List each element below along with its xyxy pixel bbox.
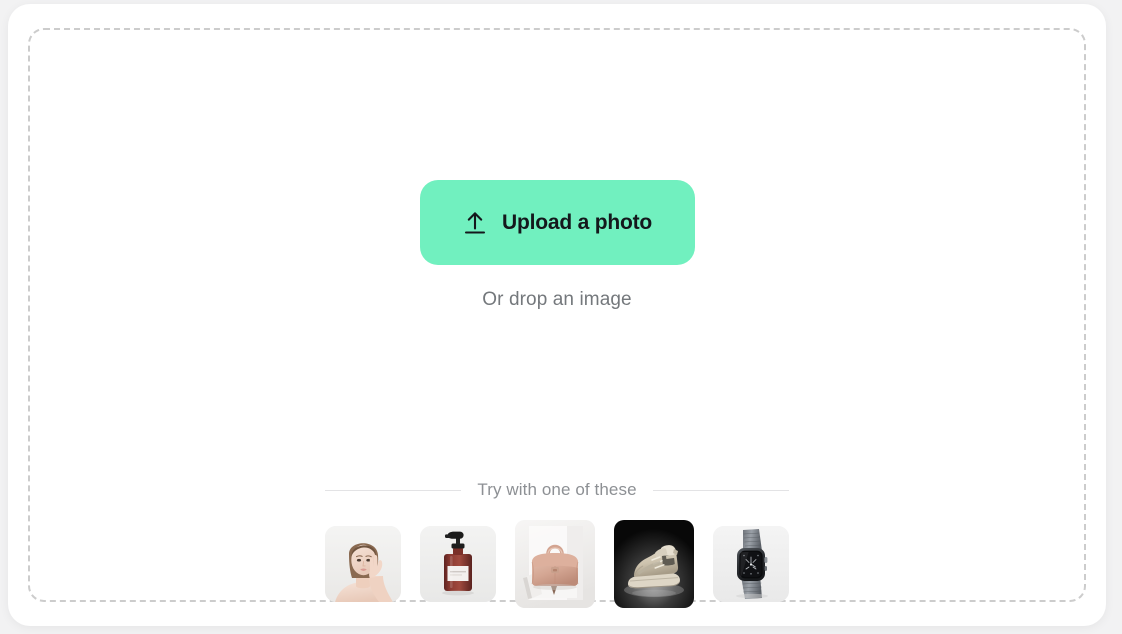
upload-a-photo-button[interactable]: Upload a photo: [419, 180, 695, 265]
sample-thumbnail-pump-bottle[interactable]: [420, 526, 496, 602]
divider-line-left: [325, 489, 462, 491]
sample-thumbnail-sneaker[interactable]: [614, 520, 694, 608]
upload-page: Upload a photo Or drop an image Try with…: [0, 0, 1122, 634]
samples-divider-label: Try with one of these: [477, 480, 637, 499]
divider-line-right: [652, 489, 789, 491]
sample-thumbnail-handbag[interactable]: [515, 520, 595, 608]
drop-image-hint: Or drop an image: [482, 289, 632, 310]
upload-arrow-icon: [462, 210, 488, 236]
sample-images-section: Try with one of these: [30, 480, 1084, 610]
upload-card: Upload a photo Or drop an image Try with…: [8, 4, 1106, 626]
sample-thumbnail-row: [325, 518, 789, 610]
sample-thumbnail-model-portrait[interactable]: [325, 526, 401, 602]
dropzone-center-stack: Upload a photo Or drop an image: [30, 180, 1084, 311]
sample-thumbnail-smartwatch[interactable]: [713, 526, 789, 602]
file-dropzone[interactable]: Upload a photo Or drop an image Try with…: [28, 28, 1086, 608]
upload-button-label: Upload a photo: [501, 210, 652, 234]
samples-divider: Try with one of these: [325, 480, 789, 500]
